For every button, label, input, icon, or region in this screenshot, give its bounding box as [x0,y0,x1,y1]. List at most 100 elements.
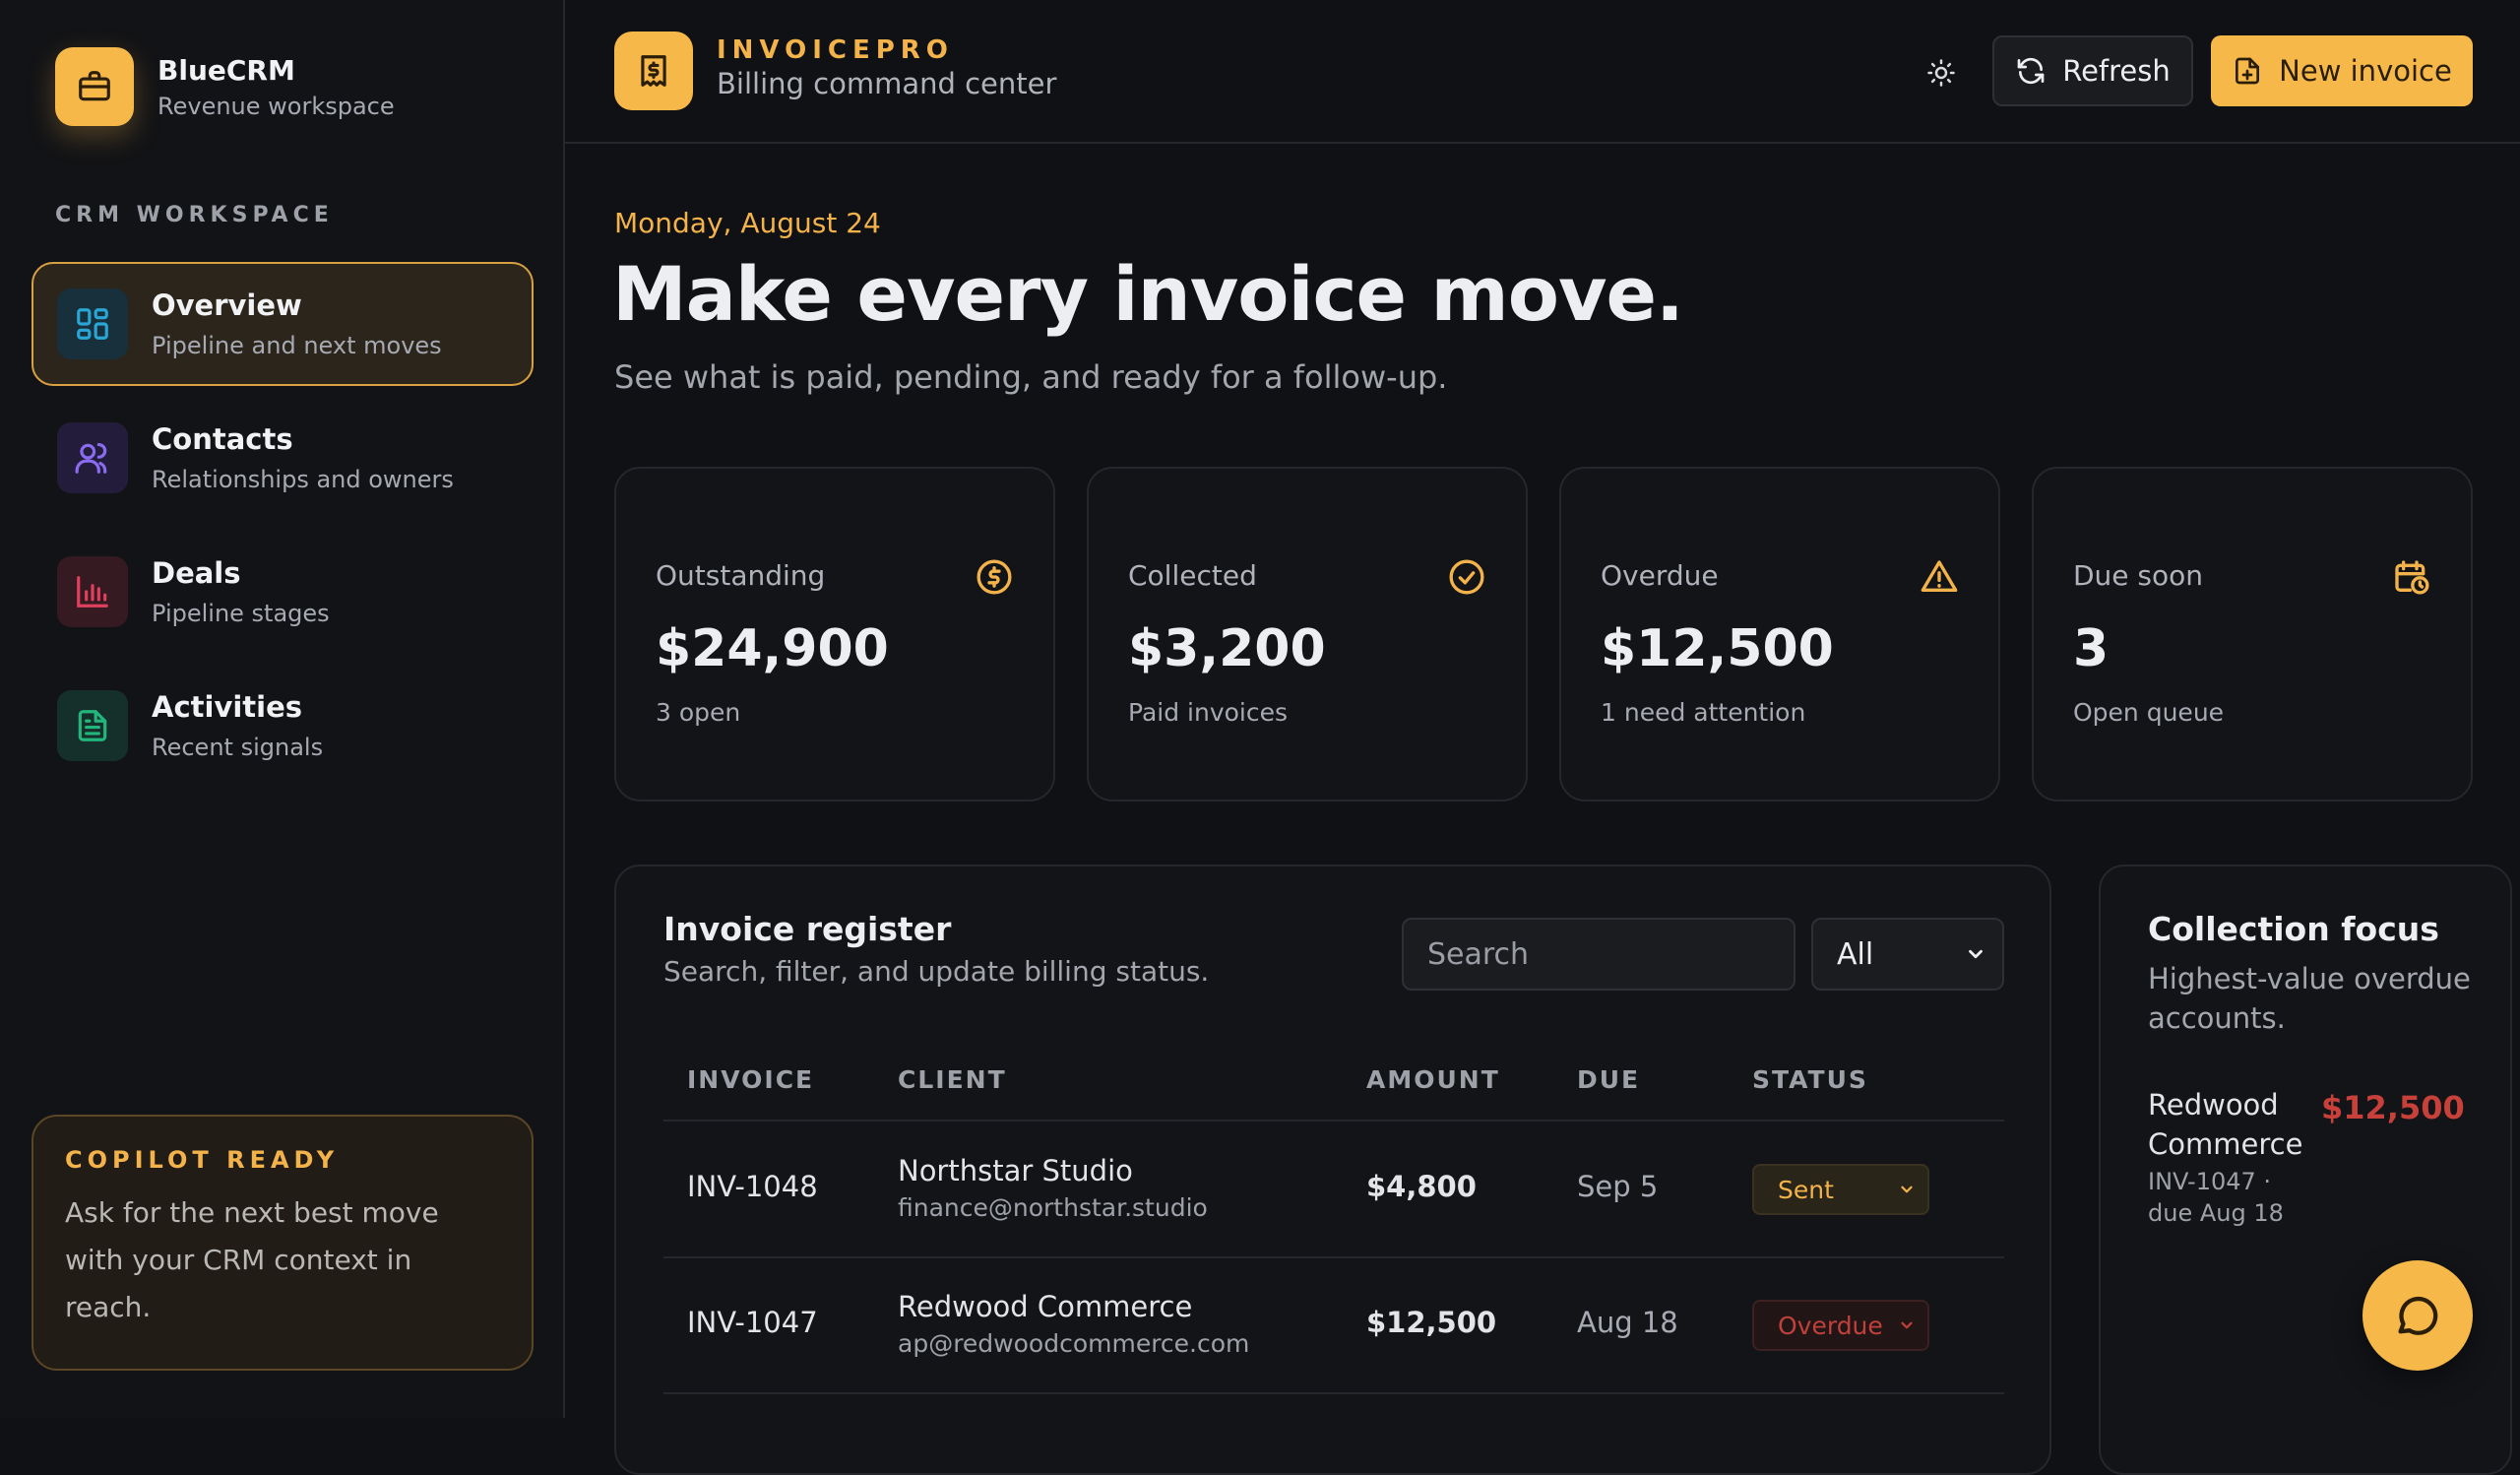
sidebar-item-overview[interactable]: Overview Pipeline and next moves [32,262,534,386]
sidebar-item-subtitle: Pipeline and next moves [152,332,442,359]
new-invoice-button[interactable]: New invoice [2211,35,2473,106]
new-invoice-label: New invoice [2279,54,2452,88]
sidebar-item-title: Deals [152,556,241,590]
chevron-down-icon [1901,1321,1913,1329]
theme-toggle-button[interactable] [1916,47,1967,98]
stat-subtext: Open queue [2073,698,2225,727]
client-email: ap@redwoodcommerce.com [898,1329,1250,1358]
focus-subtitle: Highest-value overdue accounts. [2148,962,2471,1035]
stat-subtext: 1 need attention [1601,698,1806,727]
client-cell: Redwood Commerce ap@redwoodcommerce.com [898,1290,1249,1358]
column-header-client[interactable]: CLIENT [898,1065,1007,1094]
topbar: INVOICEPRO Billing command center Refres… [565,0,2520,144]
status-value: Sent [1778,1175,1834,1204]
stat-subtext: Paid invoices [1128,698,1289,727]
sidebar-item-deals[interactable]: Deals Pipeline stages [32,530,534,654]
stat-card-due-soon: Due soon 3 Open queue [2032,467,2473,802]
copilot-card[interactable]: COPILOT READY Ask for the next best move… [32,1115,534,1371]
search-placeholder: Search [1427,936,1530,972]
sidebar-item-subtitle: Recent signals [152,734,324,761]
search-input[interactable]: Search [1402,918,1796,991]
refresh-button[interactable]: Refresh [1992,35,2193,106]
stat-value: $12,500 [1601,619,1834,678]
sidebar: BlueCRM Revenue workspace CRM WORKSPACE … [0,0,565,1418]
brand-name: BlueCRM [158,53,295,87]
sidebar-item-activities[interactable]: Activities Recent signals [32,664,534,788]
app-name: INVOICEPRO [717,35,954,65]
invoice-due: Sep 5 [1577,1170,1659,1203]
page-subtitle: See what is paid, pending, and ready for… [614,358,1448,396]
refresh-label: Refresh [2062,54,2171,88]
client-name: Redwood Commerce [898,1290,1193,1323]
users-icon [57,422,128,493]
section-label: CRM WORKSPACE [55,203,334,227]
collection-focus-panel: Collection focus Highest-value overdue a… [2099,865,2512,1475]
invoice-icon [614,32,693,110]
grid-icon [57,289,128,359]
stat-value: $3,200 [1128,619,1326,678]
table-divider [663,1120,2004,1122]
status-select[interactable]: Overdue [1752,1300,1929,1351]
sidebar-item-title: Contacts [152,422,293,456]
invoice-amount: $4,800 [1366,1170,1477,1203]
stat-label: Outstanding [656,559,826,592]
stat-label: Collected [1128,559,1257,592]
sidebar-item-contacts[interactable]: Contacts Relationships and owners [32,396,534,520]
chevron-down-icon [1901,1186,1913,1193]
focus-title: Collection focus [2148,910,2439,948]
client-cell: Northstar Studio finance@northstar.studi… [898,1154,1208,1222]
column-header-due[interactable]: DUE [1577,1065,1640,1094]
check-circle-icon [1449,559,1484,595]
brand: BlueCRM Revenue workspace [55,47,395,126]
status-select[interactable]: Sent [1752,1164,1929,1215]
stat-label: Overdue [1601,559,1719,592]
table-divider [663,1392,2004,1394]
invoice-amount: $12,500 [1366,1306,1497,1339]
focus-account-name: Redwood Commerce [2148,1088,2303,1161]
sidebar-item-title: Overview [152,289,302,322]
dollar-circle-icon [976,559,1012,595]
stat-subtext: 3 open [656,698,741,727]
chat-button[interactable] [2362,1260,2473,1371]
invoice-id: INV-1047 [687,1306,818,1339]
page-title: Make every invoice move. [612,250,1684,338]
stat-card-outstanding: Outstanding $24,900 3 open [614,467,1055,802]
brand-subtitle: Revenue workspace [158,92,395,120]
column-header-invoice[interactable]: INVOICE [687,1065,814,1094]
sidebar-item-subtitle: Relationships and owners [152,466,454,493]
refresh-icon [2017,57,2045,85]
app-subtitle: Billing command center [717,67,1057,100]
chevron-down-icon [1969,949,1983,959]
warning-icon [1921,560,1958,592]
focus-account-meta: INV-1047 · due Aug 18 [2148,1168,2284,1227]
status-value: Overdue [1778,1311,1883,1340]
stat-label: Due soon [2073,559,2204,592]
stat-value: $24,900 [656,619,889,678]
stat-card-collected: Collected $3,200 Paid invoices [1087,467,1528,802]
client-email: finance@northstar.studio [898,1193,1208,1222]
file-plus-icon [2236,57,2260,85]
copilot-body: Ask for the next best move with your CRM… [65,1196,439,1323]
stat-value: 3 [2073,619,2110,678]
sun-icon [1927,59,1955,87]
copilot-title: COPILOT READY [65,1146,340,1174]
column-header-status[interactable]: STATUS [1752,1065,1868,1094]
register-title: Invoice register [663,910,952,948]
invoice-id: INV-1048 [687,1170,818,1203]
chat-bubble-icon [2398,1296,2438,1335]
table-divider [663,1256,2004,1258]
status-filter-select[interactable]: All [1811,918,2004,991]
bar-chart-icon [57,556,128,627]
column-header-amount[interactable]: AMOUNT [1366,1065,1500,1094]
document-icon [57,690,128,761]
sidebar-item-title: Activities [152,690,303,724]
sidebar-item-subtitle: Pipeline stages [152,600,330,627]
calendar-clock-icon [2395,560,2429,595]
briefcase-icon [55,47,134,126]
client-name: Northstar Studio [898,1154,1133,1187]
register-subtitle: Search, filter, and update billing statu… [663,955,1210,988]
invoice-register: Invoice register Search, filter, and upd… [614,865,2051,1475]
filter-value: All [1837,936,1874,972]
invoice-due: Aug 18 [1577,1306,1678,1339]
focus-account-amount: $12,500 [2321,1089,2465,1126]
